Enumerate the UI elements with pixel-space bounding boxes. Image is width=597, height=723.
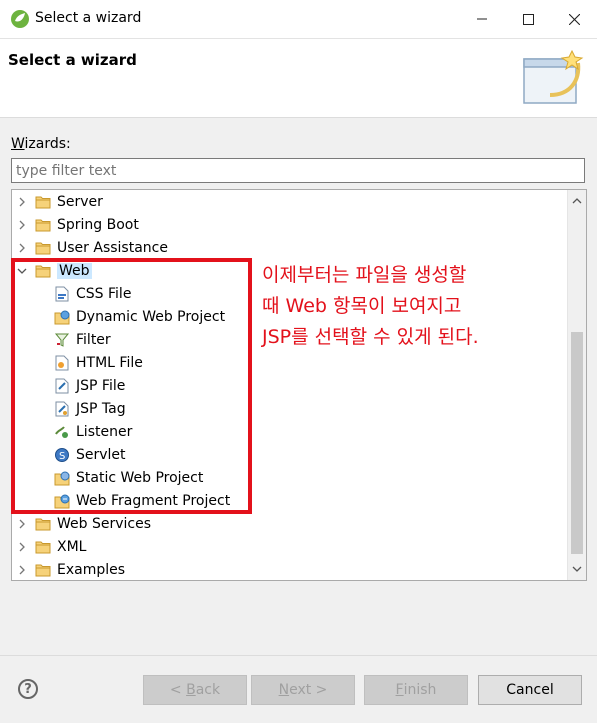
chevron-right-icon[interactable] bbox=[15, 542, 29, 552]
tree-item-label: Web Services bbox=[57, 516, 152, 532]
cancel-button[interactable]: Cancel bbox=[478, 675, 582, 705]
maximize-button[interactable] bbox=[505, 0, 551, 38]
title-bar: Select a wizard bbox=[0, 0, 597, 39]
folder-icon bbox=[35, 562, 51, 578]
tree-category[interactable]: XML bbox=[15, 536, 86, 558]
tree-category[interactable]: Spring Boot bbox=[15, 214, 139, 236]
scroll-thumb[interactable] bbox=[571, 332, 583, 554]
folder-icon bbox=[35, 194, 51, 210]
filter-input[interactable] bbox=[11, 158, 585, 183]
chevron-right-icon[interactable] bbox=[15, 565, 29, 575]
scroll-down-icon[interactable] bbox=[568, 562, 586, 578]
next-button[interactable]: Next > bbox=[251, 675, 355, 705]
chevron-right-icon[interactable] bbox=[15, 519, 29, 529]
minimize-button[interactable] bbox=[459, 0, 505, 38]
tree-item-label: User Assistance bbox=[57, 240, 168, 256]
tree-category[interactable]: Web Services bbox=[15, 513, 151, 535]
close-button[interactable] bbox=[551, 0, 597, 38]
tree-category[interactable]: Server bbox=[15, 191, 103, 213]
back-button[interactable]: < Back bbox=[143, 675, 247, 705]
chevron-right-icon[interactable] bbox=[15, 220, 29, 230]
tree-category[interactable]: User Assistance bbox=[15, 237, 168, 259]
annotation-line: 때 Web 항목이 보여지고 bbox=[262, 295, 462, 317]
header-title: Select a wizard bbox=[8, 51, 137, 69]
footer-divider bbox=[0, 655, 597, 656]
tree-item-label: XML bbox=[57, 539, 87, 555]
highlight-box bbox=[11, 258, 252, 514]
tree-category[interactable]: Examples bbox=[15, 559, 126, 580]
help-icon[interactable]: ? bbox=[18, 679, 38, 699]
annotation-line: JSP를 선택할 수 있게 된다. bbox=[262, 326, 479, 348]
finish-button[interactable]: Finish bbox=[364, 675, 468, 705]
tree-item-label: Examples bbox=[57, 562, 126, 578]
spring-app-icon bbox=[10, 9, 30, 29]
annotation-text: 이제부터는 파일을 생성할 때 Web 항목이 보여지고 JSP를 선택할 수 … bbox=[262, 260, 479, 353]
tree-scrollbar[interactable] bbox=[567, 190, 586, 580]
chevron-right-icon[interactable] bbox=[15, 197, 29, 207]
tree-item-label: Spring Boot bbox=[57, 217, 139, 233]
folder-icon bbox=[35, 539, 51, 555]
folder-icon bbox=[35, 217, 51, 233]
annotation-line: 이제부터는 파일을 생성할 bbox=[262, 264, 467, 286]
wizard-banner-icon bbox=[520, 45, 592, 113]
window-title: Select a wizard bbox=[35, 10, 142, 26]
tree-item-label: Server bbox=[57, 194, 103, 210]
folder-icon bbox=[35, 516, 51, 532]
wizard-header: Select a wizard bbox=[0, 39, 597, 118]
scroll-up-icon[interactable] bbox=[568, 192, 586, 208]
wizards-label: Wizards: bbox=[11, 136, 71, 152]
chevron-right-icon[interactable] bbox=[15, 243, 29, 253]
folder-icon bbox=[35, 240, 51, 256]
